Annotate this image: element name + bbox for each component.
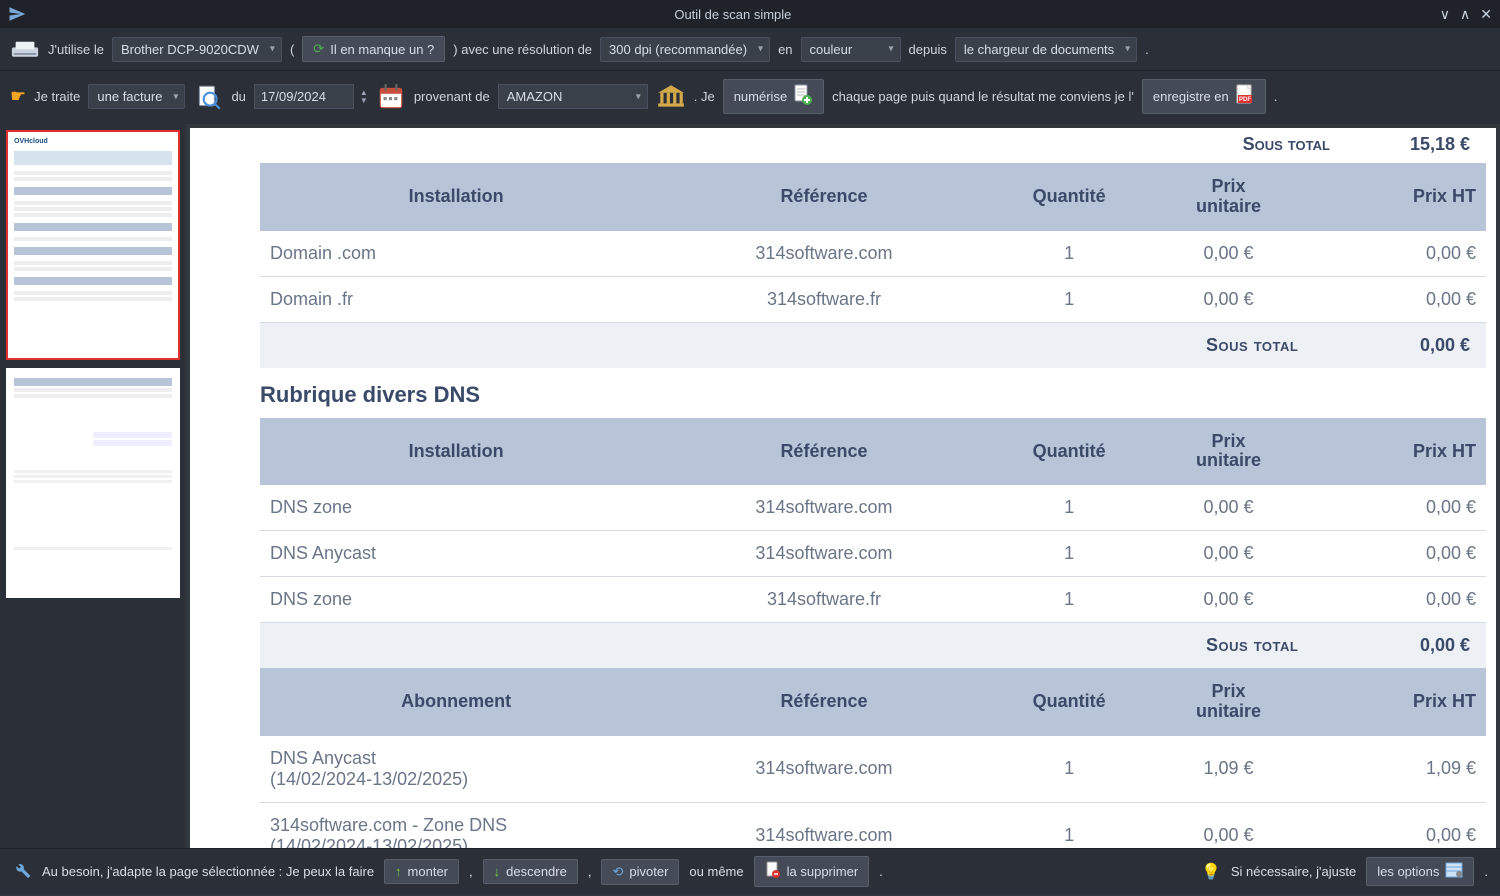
installation-table-1: Installation Référence Quantité Prixunit… (260, 163, 1486, 368)
lightbulb-icon: 💡 (1201, 862, 1221, 882)
subtotal-row: Sous total 0,00 € (260, 322, 1486, 368)
refresh-icon: ⟳ (313, 41, 324, 57)
col-reference: Référence (652, 668, 995, 736)
col-prix-ht: Prix HT (1314, 163, 1486, 231)
scanned-page: Sous total 15,18 € Installation Référenc… (190, 128, 1496, 848)
page-thumbnail-1[interactable]: OVHcloud (6, 130, 180, 360)
arrow-down-icon: ↓ (494, 864, 501, 879)
titlebar: Outil de scan simple ∨ ∧ ✕ (0, 0, 1500, 28)
col-prix-unitaire: Prixunitaire (1143, 163, 1315, 231)
calendar-icon[interactable] (376, 84, 406, 110)
delete-button[interactable]: la supprimer (754, 856, 870, 887)
installation-table-2: Installation Référence Quantité Prixunit… (260, 418, 1486, 669)
main-area: OVHcloud (0, 124, 1500, 848)
page-preview[interactable]: Sous total 15,18 € Installation Référenc… (186, 124, 1500, 848)
date-input[interactable]: 17/09/2024 (254, 84, 354, 109)
scanner-select[interactable]: Brother DCP-9020CDW (112, 37, 282, 62)
top-subtotal-label: Sous total (1243, 134, 1330, 155)
toolbar-row-2: ☛ Je traite une facture du 17/09/2024 ▲▼… (0, 71, 1500, 124)
du-label: du (231, 89, 245, 104)
missing-scanner-button[interactable]: ⟳ Il en manque un ? (302, 36, 445, 62)
pdf-icon: PDF (1235, 84, 1255, 109)
need-label: Au besoin, j'adapte la page sélectionnée… (42, 864, 374, 879)
rotate-icon: ⟲ (612, 864, 623, 880)
close-icon[interactable]: ✕ (1480, 6, 1492, 23)
resolution-select[interactable]: 300 dpi (recommandée) (600, 37, 770, 62)
dot-sb-2: . (1484, 864, 1488, 879)
svg-text:PDF: PDF (1239, 97, 1251, 103)
scan-button[interactable]: numérise (723, 79, 824, 114)
comma-1: , (469, 864, 473, 879)
scanner-device-icon (10, 36, 40, 62)
statusbar: Au besoin, j'adapte la page sélectionnée… (0, 848, 1500, 894)
hand-point-icon: ☛ (10, 86, 26, 107)
col-reference: Référence (652, 418, 995, 486)
options-button[interactable]: les options (1366, 857, 1474, 886)
bank-icon (656, 84, 686, 110)
table-row: DNS zone 314software.com 1 0,00 € 0,00 € (260, 485, 1486, 531)
col-installation: Installation (260, 163, 652, 231)
minimize-icon[interactable]: ∨ (1440, 6, 1450, 23)
paren-open: ( (290, 42, 294, 57)
col-reference: Référence (652, 163, 995, 231)
dot-1: . (1145, 42, 1149, 57)
table-row: DNS zone 314software.fr 1 0,00 € 0,00 € (260, 577, 1486, 623)
adjust-label: Si nécessaire, j'ajuste (1231, 864, 1356, 879)
dot-2: . (1274, 89, 1278, 104)
process-label: Je traite (34, 89, 80, 104)
app-icon (8, 5, 26, 23)
date-spinner[interactable]: ▲▼ (360, 89, 368, 105)
col-prix-unitaire: Prixunitaire (1143, 668, 1315, 736)
in-label: en (778, 42, 792, 57)
subtotal-row: Sous total 0,00 € (260, 623, 1486, 669)
move-up-button[interactable]: ↑ monter (384, 859, 459, 884)
doc-type-select[interactable]: une facture (88, 84, 185, 109)
maximize-icon[interactable]: ∧ (1460, 6, 1470, 23)
use-label: J'utilise le (48, 42, 104, 57)
page-add-icon (793, 84, 813, 109)
page-thumbnail-2[interactable] (6, 368, 180, 598)
each-page-label: chaque page puis quand le résultat me co… (832, 89, 1134, 104)
col-abonnement: Abonnement (260, 668, 652, 736)
rotate-button[interactable]: ⟲ pivoter (601, 859, 679, 885)
color-select[interactable]: couleur (801, 37, 901, 62)
abonnement-table: Abonnement Référence Quantité Prixunitai… (260, 668, 1486, 848)
toolbar-row-1: J'utilise le Brother DCP-9020CDW ( ⟳ Il … (0, 28, 1500, 71)
top-subtotal-value: 15,18 € (1410, 134, 1470, 155)
table-row: Domain .fr 314software.fr 1 0,00 € 0,00 … (260, 276, 1486, 322)
je-label: . Je (694, 89, 715, 104)
comma-2: , (588, 864, 592, 879)
table-row: 314software.com - Zone DNS(14/02/2024-13… (260, 802, 1486, 848)
wrench-icon (12, 860, 32, 883)
arrow-up-icon: ↑ (395, 864, 402, 879)
window-title: Outil de scan simple (26, 7, 1440, 22)
col-quantite: Quantité (996, 668, 1143, 736)
save-pdf-button[interactable]: enregistre en PDF (1142, 79, 1266, 114)
table-row: Domain .com 314software.com 1 0,00 € 0,0… (260, 231, 1486, 277)
magnifier-doc-icon (193, 84, 223, 110)
from-label: depuis (909, 42, 947, 57)
col-installation: Installation (260, 418, 652, 486)
dot-sb-1: . (879, 864, 883, 879)
table-row: DNS Anycast 314software.com 1 0,00 € 0,0… (260, 531, 1486, 577)
delete-page-icon (765, 861, 781, 882)
or-label: ou même (689, 864, 743, 879)
col-quantite: Quantité (996, 163, 1143, 231)
col-prix-ht: Prix HT (1314, 418, 1486, 486)
options-panel-icon (1445, 862, 1463, 881)
thumbnail-sidebar: OVHcloud (0, 124, 186, 848)
table-row: DNS Anycast(14/02/2024-13/02/2025) 314so… (260, 736, 1486, 803)
col-prix-unitaire: Prixunitaire (1143, 418, 1315, 486)
col-quantite: Quantité (996, 418, 1143, 486)
section-dns-title: Rubrique divers DNS (260, 368, 1486, 418)
source-select[interactable]: le chargeur de documents (955, 37, 1137, 62)
vendor-select[interactable]: AMAZON (498, 84, 648, 109)
col-prix-ht: Prix HT (1314, 668, 1486, 736)
move-down-button[interactable]: ↓ descendre (483, 859, 578, 884)
resolution-label: ) avec une résolution de (453, 42, 592, 57)
provenant-label: provenant de (414, 89, 490, 104)
